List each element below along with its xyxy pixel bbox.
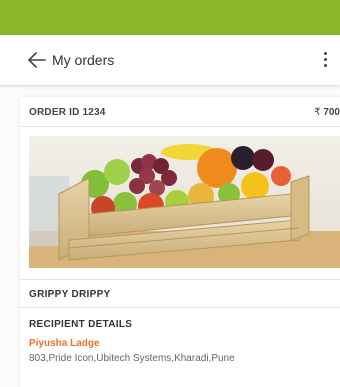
- divider: [20, 307, 340, 308]
- app-bar: My orders: [0, 35, 340, 85]
- divider: [20, 126, 340, 127]
- recipient-details-heading: RECIPIENT DETAILS: [29, 319, 133, 330]
- amount-value: 700: [323, 107, 340, 118]
- fruit-crate-image: [29, 136, 340, 268]
- recipient-address: 803,Pride Icon,Ubitech Systems,Kharadi,P…: [29, 353, 235, 364]
- order-header: ORDER ID 1234 ₹ 700: [20, 97, 340, 125]
- more-vertical-icon[interactable]: [320, 50, 330, 72]
- product-name: GRIPPY DRIPPY: [29, 289, 111, 300]
- currency-symbol: ₹: [314, 107, 321, 118]
- divider: [20, 279, 340, 280]
- recipient-name: Piyusha Ladge: [29, 338, 100, 349]
- status-bar: [0, 0, 340, 35]
- order-id: ORDER ID 1234: [29, 107, 106, 118]
- order-amount: ₹ 700: [314, 107, 340, 118]
- arrow-left-icon[interactable]: [26, 50, 48, 70]
- order-card[interactable]: ORDER ID 1234 ₹ 700 GRIPPY DRIPPY RECIPI…: [20, 97, 340, 387]
- page-title: My orders: [52, 52, 115, 68]
